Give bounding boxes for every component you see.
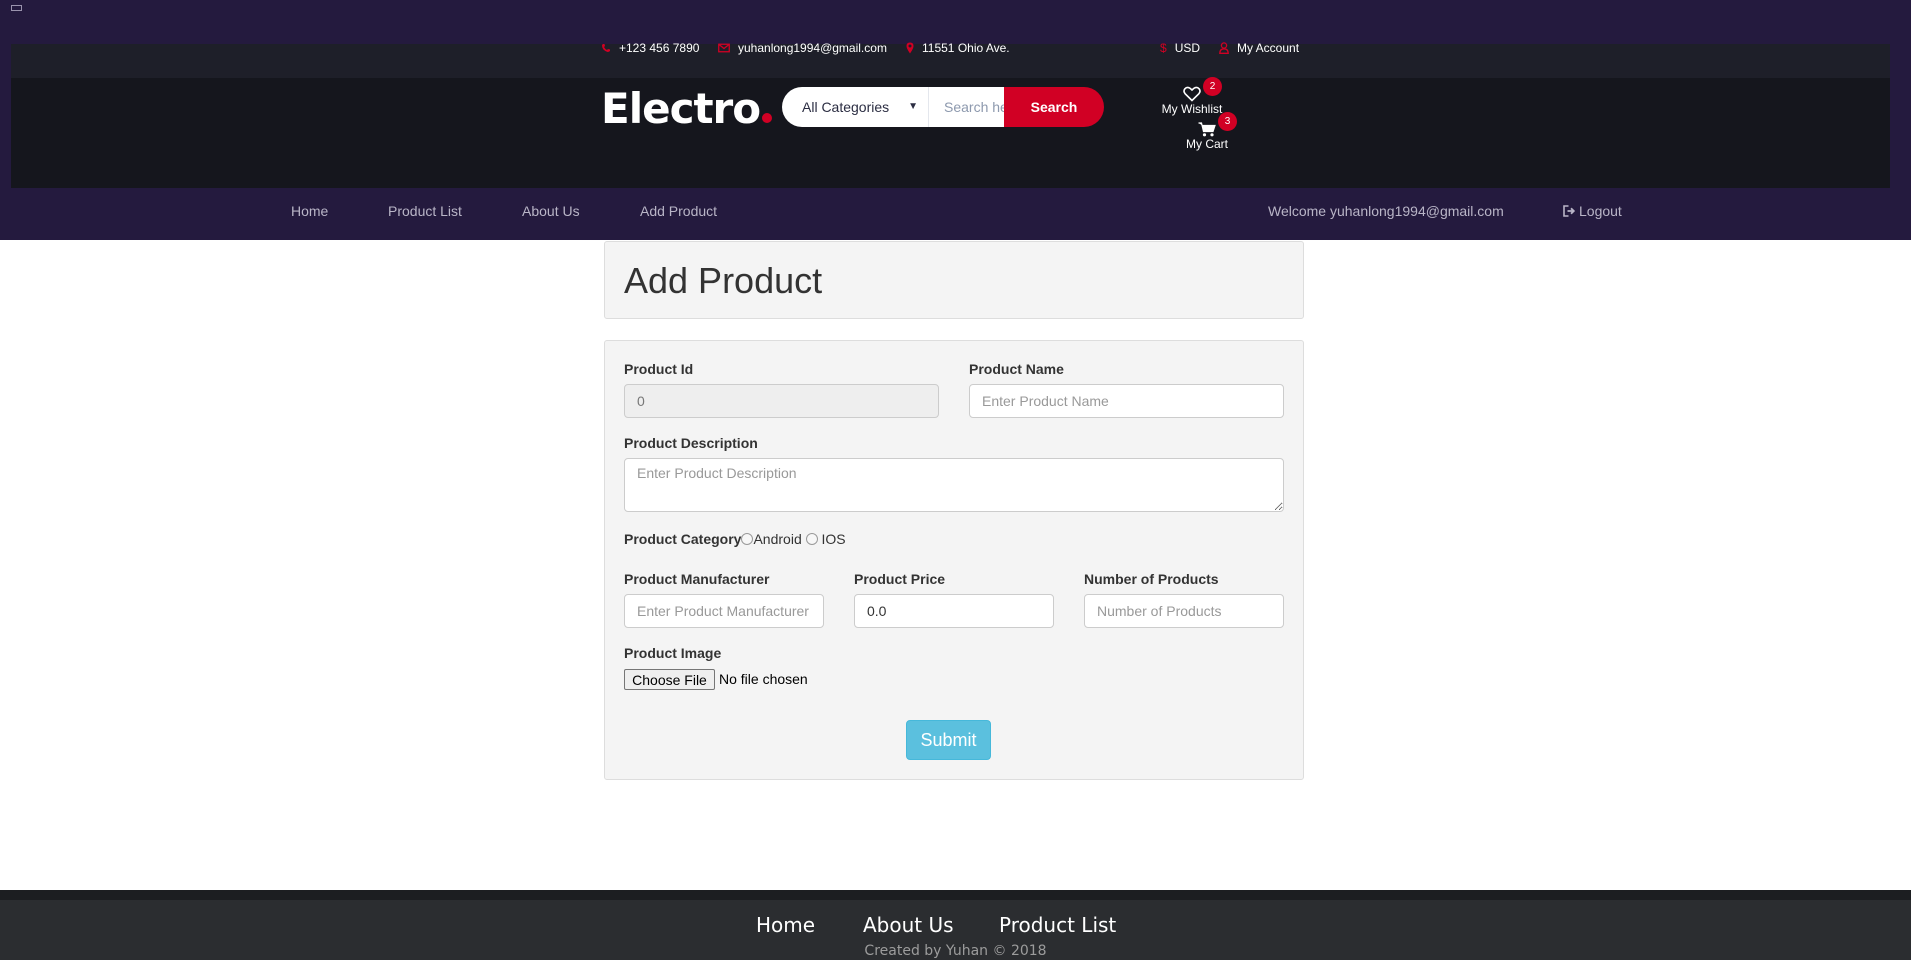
file-status: No file chosen [719, 671, 808, 687]
footer-link-about-us[interactable]: About Us [863, 913, 954, 937]
address-text: 11551 Ohio Ave. [922, 41, 1010, 55]
search-form: All Categories ▼ Search [782, 87, 1104, 127]
search-button[interactable]: Search [1004, 87, 1104, 127]
header-phone[interactable]: +123 456 7890 [601, 40, 699, 56]
count-label: Number of Products [1084, 571, 1219, 587]
product-id-field [624, 384, 939, 418]
nav-product-list[interactable]: Product List [388, 203, 462, 219]
price-label: Product Price [854, 571, 946, 587]
category-select[interactable]: All Categories ▼ [782, 87, 929, 127]
map-marker-icon [906, 42, 914, 54]
caret-down-icon: ▼ [908, 101, 918, 112]
logout-label: Logout [1579, 203, 1622, 219]
user-icon [1219, 42, 1229, 54]
email-text: yuhanlong1994@gmail.com [738, 41, 887, 55]
category-radio-group: Product Category Android IOS [624, 531, 846, 547]
phone-icon [602, 44, 610, 52]
product-id-label: Product Id [624, 361, 694, 377]
page-title: Add Product [624, 260, 823, 301]
search-input[interactable] [929, 87, 1004, 127]
cart-count-badge: 3 [1218, 112, 1237, 131]
welcome-text: Welcome yuhanlong1994@gmail.com [1268, 203, 1504, 219]
category-select-value: All Categories [802, 99, 890, 115]
account-text: My Account [1237, 41, 1300, 55]
choose-file-button[interactable]: Choose File [624, 669, 715, 690]
product-name-field[interactable] [969, 384, 1284, 418]
price-field[interactable] [854, 594, 1054, 628]
my-account-link[interactable]: My Account [1219, 40, 1299, 56]
site-logo[interactable]: Electro [601, 84, 773, 134]
envelope-icon [718, 43, 730, 53]
category-label: Product Category [624, 531, 742, 547]
footer-link-product-list[interactable]: Product List [999, 913, 1116, 937]
phone-text: +123 456 7890 [619, 41, 700, 55]
count-field[interactable] [1084, 594, 1284, 628]
radio-ios-label: IOS [821, 531, 846, 547]
footer-credit: Created by Yuhan © 2018 [864, 943, 1047, 959]
submit-button[interactable]: Submit [906, 720, 991, 760]
nav-add-product[interactable]: Add Product [640, 203, 717, 219]
manufacturer-label: Product Manufacturer [624, 571, 770, 587]
footer-link-home[interactable]: Home [756, 913, 815, 937]
header-address[interactable]: 11551 Ohio Ave. [906, 40, 1010, 56]
heart-icon [1183, 86, 1201, 102]
currency-text: USD [1174, 41, 1201, 55]
broken-image-icon [11, 5, 22, 11]
logout-link[interactable]: Logout [1563, 203, 1622, 219]
nav-home[interactable]: Home [291, 203, 328, 219]
radio-android-label: Android [753, 531, 802, 547]
wishlist-label: My Wishlist [1161, 102, 1223, 116]
header-email[interactable]: yuhanlong1994@gmail.com [718, 40, 887, 56]
description-field[interactable] [624, 458, 1284, 512]
logo-dot [762, 113, 773, 123]
currency-selector[interactable]: $ USD [1160, 40, 1200, 56]
log-out-icon [1563, 205, 1576, 217]
logo-text: Electro [601, 84, 761, 133]
dollar-icon: $ [1160, 41, 1167, 55]
cart-label: My Cart [1186, 137, 1228, 151]
image-label: Product Image [624, 645, 722, 661]
product-name-label: Product Name [969, 361, 1064, 377]
wishlist-count-badge: 2 [1203, 77, 1222, 96]
radio-ios[interactable] [805, 533, 818, 545]
manufacturer-field[interactable] [624, 594, 824, 628]
description-label: Product Description [624, 435, 758, 451]
nav-about-us[interactable]: About Us [522, 203, 580, 219]
shopping-cart-icon [1198, 122, 1216, 137]
page-title-panel: Add Product [604, 241, 1304, 319]
radio-android[interactable] [741, 533, 754, 545]
